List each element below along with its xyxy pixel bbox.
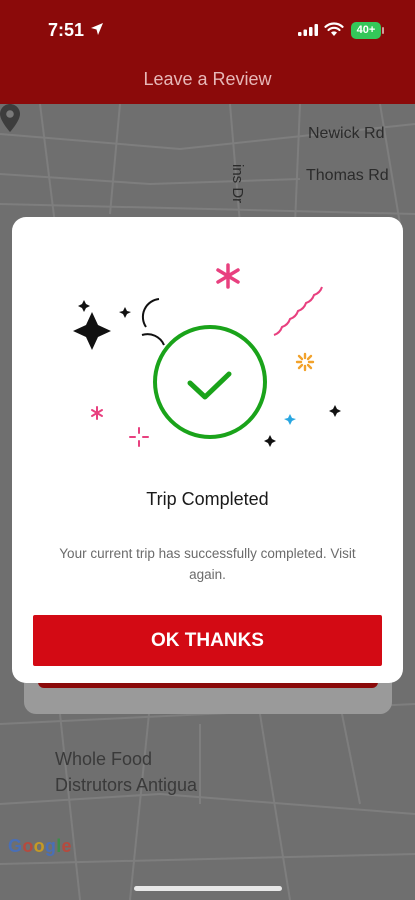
success-circle [153, 325, 267, 439]
burst-confetti-icon [295, 352, 315, 372]
asterisk-confetti-icon [216, 263, 240, 289]
page-title: Leave a Review [143, 69, 272, 89]
wifi-icon [324, 22, 344, 36]
battery-tip [382, 27, 384, 34]
location-arrow-icon [91, 23, 103, 35]
google-logo: Google [8, 836, 72, 856]
cellular-signal-icon [298, 24, 318, 36]
status-bar: 7:51 40+ [0, 0, 415, 56]
squiggle-confetti-icon [273, 286, 323, 336]
sparkle-icon [73, 312, 111, 350]
battery-level: 40+ [356, 24, 376, 36]
success-illustration [73, 263, 341, 447]
map-label-newick: Newick Rd [308, 125, 385, 142]
map-label-street: ins Dr [229, 164, 246, 204]
dialog-title: Trip Completed [146, 489, 269, 509]
app-bar: Leave a Review [0, 56, 415, 104]
trip-completed-dialog: Trip Completed Your current trip has suc… [12, 217, 403, 683]
poi-label: Whole Food Distrutors Antigua [55, 749, 198, 795]
battery-icon: 40+ [351, 22, 381, 39]
ok-thanks-button[interactable]: OK THANKS [33, 615, 382, 666]
check-icon [187, 371, 232, 400]
status-time: 7:51 [48, 20, 85, 40]
arc-confetti-icon [141, 298, 160, 328]
map-pin-icon[interactable] [0, 104, 20, 132]
dialog-message: Your current trip has successfully compl… [59, 546, 356, 582]
map-label-thomas: Thomas Rd [306, 167, 389, 184]
home-indicator[interactable] [134, 886, 282, 891]
